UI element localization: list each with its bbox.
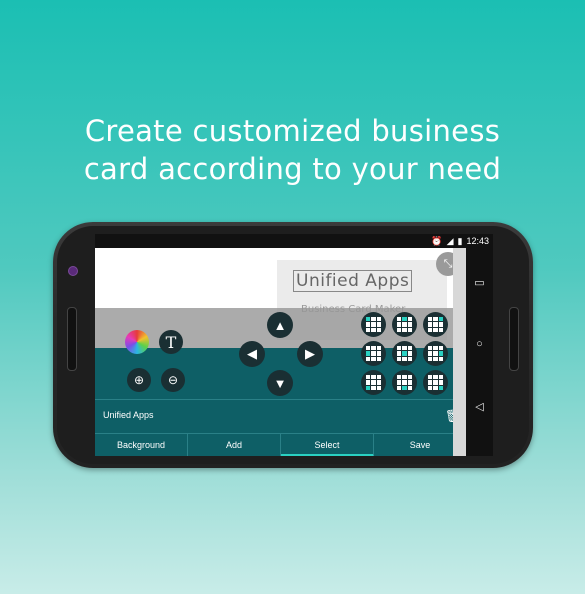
right-speaker xyxy=(509,307,519,371)
alarm-icon: ⏰ xyxy=(431,235,443,246)
panel-divider xyxy=(95,399,467,400)
bottom-tabs: Background Add Select Save xyxy=(95,433,467,456)
align-bottom-left-icon[interactable] xyxy=(361,370,386,395)
tab-select[interactable]: Select xyxy=(281,434,374,456)
left-speaker xyxy=(67,307,77,371)
arrow-up-icon[interactable]: ▲ xyxy=(267,312,293,338)
tab-add[interactable]: Add xyxy=(188,434,281,456)
phone-screen: ⏰ ◢ ▮ 12:43 Unified Apps Business Card M… xyxy=(95,234,493,456)
align-top-left-icon[interactable] xyxy=(361,312,386,337)
zoom-in-icon[interactable]: ⊕ xyxy=(127,368,151,392)
align-bottom-right-icon[interactable] xyxy=(423,370,448,395)
back-icon[interactable]: ◁ xyxy=(466,400,493,413)
system-nav-bar: ▭ ○ ◁ xyxy=(466,248,493,456)
align-middle-left-icon[interactable] xyxy=(361,341,386,366)
status-time: 12:43 xyxy=(466,236,489,246)
align-top-right-icon[interactable] xyxy=(423,312,448,337)
headline-line-2: card according to your need xyxy=(83,152,502,186)
align-bottom-center-icon[interactable] xyxy=(392,370,417,395)
zoom-out-icon[interactable]: ⊖ xyxy=(161,368,185,392)
home-icon[interactable]: ○ xyxy=(466,338,493,350)
front-camera xyxy=(68,266,78,276)
arrow-right-icon[interactable]: ▶ xyxy=(297,341,323,367)
battery-icon: ▮ xyxy=(457,235,463,246)
arrow-left-icon[interactable]: ◀ xyxy=(239,341,265,367)
headline: Create customized business card accordin… xyxy=(0,112,585,188)
align-top-center-icon[interactable] xyxy=(392,312,417,337)
tab-background[interactable]: Background xyxy=(95,434,188,456)
arrow-down-icon[interactable]: ▼ xyxy=(267,370,293,396)
color-wheel-icon[interactable] xyxy=(125,330,149,354)
text-layer-item[interactable]: Unified Apps xyxy=(103,410,154,420)
app-content: Unified Apps Business Card Maker ⤡ T ⊕ ⊖… xyxy=(95,248,467,456)
align-center-icon[interactable] xyxy=(392,341,417,366)
status-bar: ⏰ ◢ ▮ 12:43 xyxy=(95,234,493,248)
card-title-text[interactable]: Unified Apps xyxy=(293,270,413,292)
scrollbar[interactable] xyxy=(453,248,466,456)
text-icon[interactable]: T xyxy=(159,330,183,354)
align-middle-right-icon[interactable] xyxy=(423,341,448,366)
recents-icon[interactable]: ▭ xyxy=(466,276,493,289)
signal-icon: ◢ xyxy=(446,235,454,246)
headline-line-1: Create customized business xyxy=(84,114,501,148)
